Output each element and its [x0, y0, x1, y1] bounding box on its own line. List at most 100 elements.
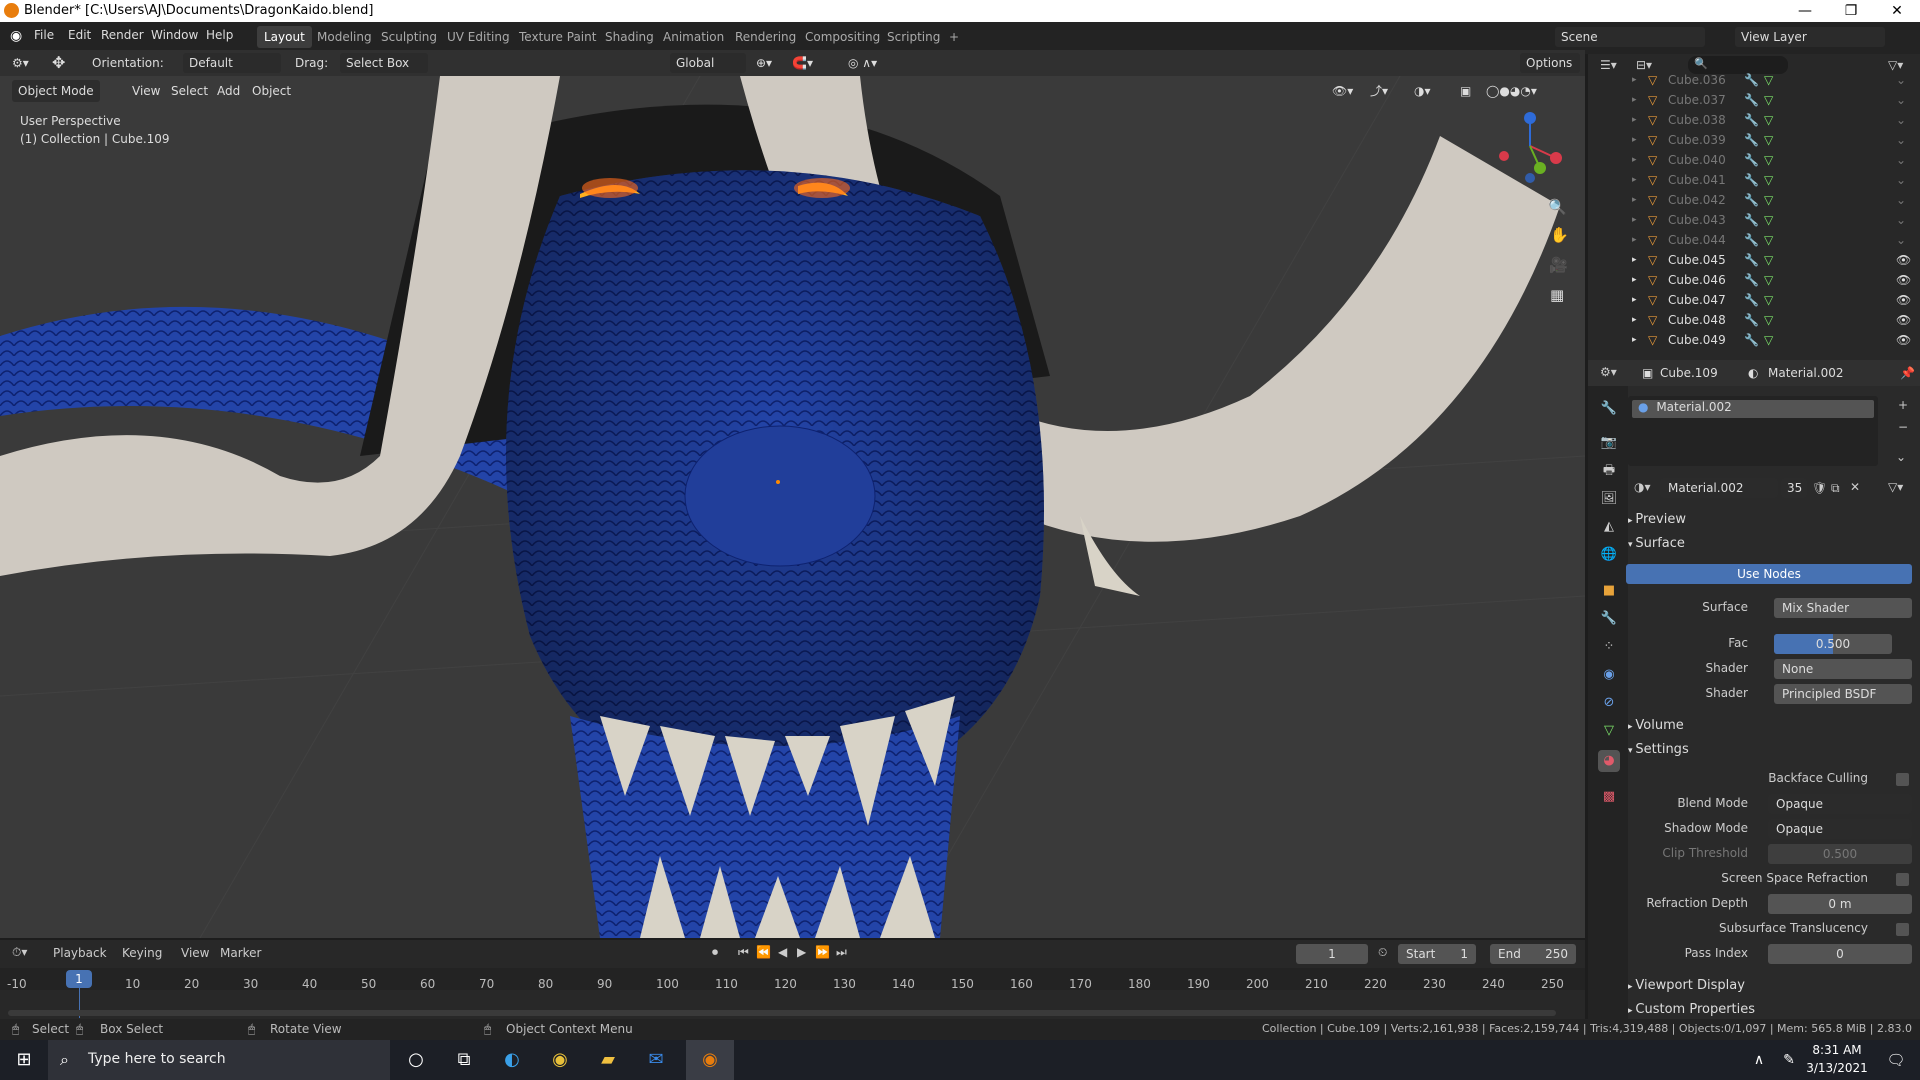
viewport-display-section[interactable]: ▸ Viewport Display — [1628, 978, 1745, 993]
expand-arrow-icon[interactable]: ▸ — [1632, 130, 1637, 150]
orientation-dropdown[interactable]: Default — [183, 53, 281, 73]
expand-arrow-icon[interactable]: ▸ — [1632, 310, 1637, 330]
jump-start-icon[interactable]: ⏮ — [738, 945, 749, 960]
fake-user-icon[interactable]: 🛡 — [1812, 481, 1827, 495]
eye-open-icon[interactable]: 👁 — [1896, 290, 1911, 310]
xray-icon[interactable]: ▣ — [1460, 80, 1471, 102]
edge-icon[interactable]: ◐ — [488, 1040, 536, 1080]
notifications-icon[interactable]: 🗨 — [1872, 1040, 1920, 1080]
transform-tool-icon[interactable]: ✥ — [52, 52, 65, 74]
keying-menu[interactable]: Keying — [122, 946, 162, 960]
clock-time[interactable]: 8:31 AM — [1800, 1043, 1874, 1057]
outliner-row[interactable]: ▸ ▽ Cube.048 🔧 ▽ 👁 — [1588, 310, 1920, 330]
texture-tab-icon[interactable]: ▩ — [1598, 786, 1620, 808]
outliner-row[interactable]: ▸ ▽ Cube.037 🔧 ▽ ⌄ — [1588, 90, 1920, 110]
outliner-row[interactable]: ▸ ▽ Cube.040 🔧 ▽ ⌄ — [1588, 150, 1920, 170]
eye-closed-icon[interactable]: ⌄ — [1896, 170, 1906, 190]
menu-help[interactable]: Help — [206, 28, 233, 42]
data-tab-icon[interactable]: ▽ — [1598, 720, 1620, 742]
eye-open-icon[interactable]: 👁 — [1896, 250, 1911, 270]
camera-icon[interactable]: 🎥 — [1549, 254, 1568, 276]
chrome-icon[interactable]: ◉ — [536, 1040, 584, 1080]
material-browse-icon[interactable]: ◑▾ — [1634, 480, 1651, 494]
shader1-field[interactable]: None — [1774, 659, 1912, 679]
outliner-row[interactable]: ▸ ▽ Cube.045 🔧 ▽ 👁 — [1588, 250, 1920, 270]
outliner-row[interactable]: ▸ ▽ Cube.043 🔧 ▽ ⌄ — [1588, 210, 1920, 230]
snap-icon[interactable]: 🧲▾ — [792, 52, 813, 74]
refraction-depth-field[interactable]: 0 m — [1768, 894, 1912, 914]
expand-arrow-icon[interactable]: ▸ — [1632, 150, 1637, 170]
start-frame-field[interactable]: Start 1 — [1398, 944, 1476, 964]
constraints-tab-icon[interactable]: ⊘ — [1598, 692, 1620, 714]
prev-keyframe-icon[interactable]: ⏪ — [756, 945, 771, 959]
tab-scripting[interactable]: Scripting — [880, 26, 947, 48]
physics-tab-icon[interactable]: ◉ — [1598, 664, 1620, 686]
minimize-button[interactable]: — — [1782, 0, 1828, 22]
overlays-icon[interactable]: ◑▾ — [1414, 80, 1431, 102]
eye-closed-icon[interactable]: ⌄ — [1896, 210, 1906, 230]
shadow-mode-dropdown[interactable]: Opaque — [1768, 819, 1912, 839]
backface-culling-checkbox[interactable] — [1896, 773, 1909, 786]
view-menu[interactable]: View — [132, 80, 160, 102]
custom-properties-section[interactable]: ▸ Custom Properties — [1628, 1002, 1755, 1017]
eye-closed-icon[interactable]: ⌄ — [1896, 110, 1906, 130]
output-tab-icon[interactable]: 🖶 — [1598, 460, 1620, 482]
menu-file[interactable]: File — [34, 28, 54, 42]
tab-shading[interactable]: Shading — [598, 26, 661, 48]
grid-toggle-icon[interactable]: ▦ — [1550, 284, 1564, 306]
volume-section[interactable]: ▸ Volume — [1628, 718, 1684, 733]
taskbar-search-input[interactable]: ⌕ Type here to search — [48, 1040, 390, 1080]
outliner-row[interactable]: ▸ ▽ Cube.044 🔧 ▽ ⌄ — [1588, 230, 1920, 250]
menu-edit[interactable]: Edit — [68, 28, 91, 42]
sss-checkbox[interactable] — [1896, 923, 1909, 936]
clip-threshold-field[interactable]: 0.500 — [1768, 844, 1912, 864]
tab-animation[interactable]: Animation — [656, 26, 731, 48]
add-slot-button[interactable]: + — [1898, 398, 1908, 412]
pass-index-field[interactable]: 0 — [1768, 944, 1912, 964]
gizmo-toggle-icon[interactable]: ⤴▾ — [1370, 80, 1388, 102]
marker-menu[interactable]: Marker — [220, 946, 261, 960]
cortana-icon[interactable]: ○ — [392, 1040, 440, 1080]
eye-open-icon[interactable]: 👁 — [1896, 330, 1911, 350]
record-icon[interactable]: ⏺ — [712, 945, 718, 960]
tab-layout[interactable]: Layout — [257, 26, 312, 48]
drag-dropdown[interactable]: Select Box — [340, 53, 428, 73]
use-nodes-button[interactable]: Use Nodes — [1626, 564, 1912, 584]
3d-viewport[interactable]: Object Mode View Select Add Object 👁▾ ⤴▾… — [0, 76, 1585, 938]
link-mode-icon[interactable]: ▽▾ — [1888, 480, 1903, 494]
task-view-icon[interactable]: ⧉ — [440, 1040, 488, 1080]
eye-closed-icon[interactable]: ⌄ — [1896, 190, 1906, 210]
outliner-row[interactable]: ▸ ▽ Cube.046 🔧 ▽ 👁 — [1588, 270, 1920, 290]
tool-tab-icon[interactable]: 🔧 — [1598, 398, 1620, 420]
maximize-button[interactable]: ❐ — [1828, 0, 1874, 22]
ssr-checkbox[interactable] — [1896, 873, 1909, 886]
expand-arrow-icon[interactable]: ▸ — [1632, 290, 1637, 310]
next-keyframe-icon[interactable]: ⏩ — [815, 945, 830, 959]
file-explorer-icon[interactable]: ▰ — [584, 1040, 632, 1080]
end-frame-field[interactable]: End 250 — [1490, 944, 1576, 964]
expand-arrow-icon[interactable]: ▸ — [1632, 190, 1637, 210]
unlink-material-icon[interactable]: ✕ — [1850, 480, 1860, 494]
material-slot-list[interactable]: ● Material.002 — [1628, 396, 1878, 466]
eye-closed-icon[interactable]: ⌄ — [1896, 150, 1906, 170]
playback-menu[interactable]: Playback — [53, 946, 107, 960]
surface-section[interactable]: ▾ Surface — [1628, 536, 1685, 551]
pan-hand-icon[interactable]: ✋ — [1550, 224, 1569, 246]
windows-start-icon[interactable]: ⊞ — [0, 1040, 48, 1080]
modifier-tab-icon[interactable]: 🔧 — [1598, 608, 1620, 630]
timeline-editor-icon[interactable]: ⏱▾ — [12, 945, 27, 960]
shading-modes-icon[interactable]: ◯●◕◔▾ — [1486, 80, 1537, 102]
outliner-row[interactable]: ▸ ▽ Cube.041 🔧 ▽ ⌄ — [1588, 170, 1920, 190]
proportional-edit-icon[interactable]: ◎ ∧▾ — [848, 52, 877, 74]
outliner-row[interactable]: ▸ ▽ Cube.042 🔧 ▽ ⌄ — [1588, 190, 1920, 210]
add-workspace-button[interactable]: + — [942, 26, 966, 48]
menu-render[interactable]: Render — [101, 28, 144, 42]
material-users-count[interactable]: 35 — [1781, 478, 1807, 498]
eye-closed-icon[interactable]: ⌄ — [1896, 230, 1906, 250]
menu-window[interactable]: Window — [151, 28, 198, 42]
blend-mode-dropdown[interactable]: Opaque — [1768, 794, 1912, 814]
timeline-view-menu[interactable]: View — [181, 946, 209, 960]
pin-icon[interactable]: 📌 — [1900, 366, 1915, 380]
shader2-field[interactable]: Principled BSDF — [1774, 684, 1912, 704]
visibility-icon[interactable]: 👁▾ — [1332, 80, 1353, 102]
